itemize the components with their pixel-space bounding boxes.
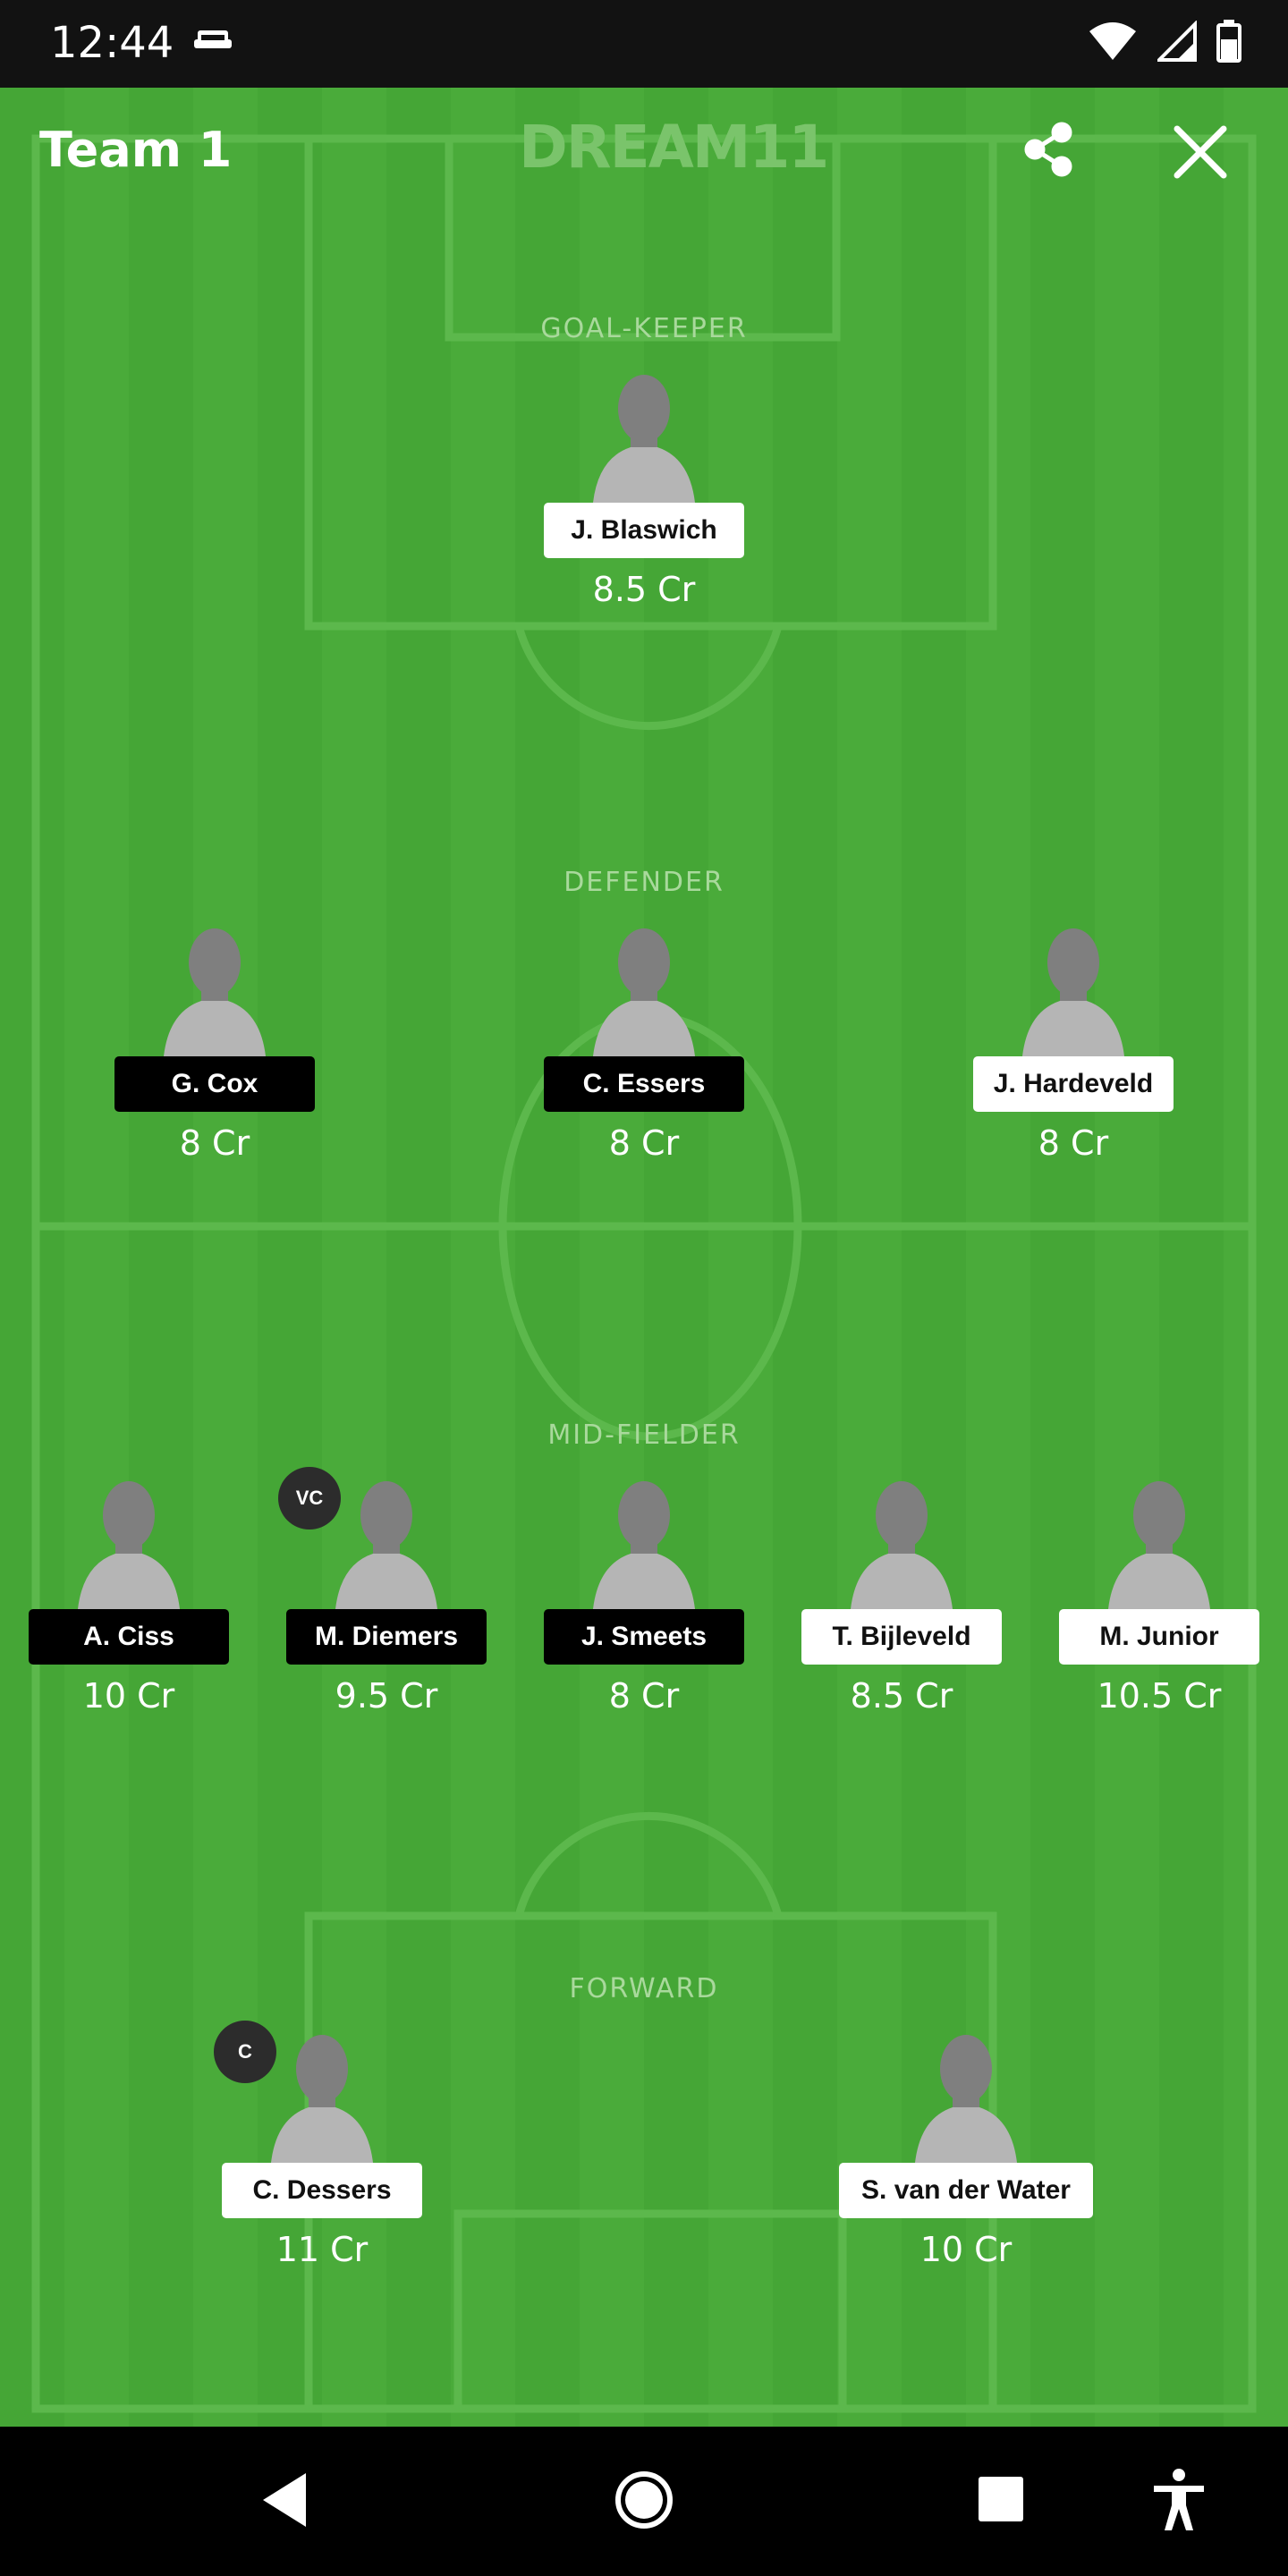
player-avatar-icon bbox=[164, 928, 266, 1056]
player-price: 10 Cr bbox=[919, 2230, 1013, 2269]
player-name: M. Diemers bbox=[286, 1609, 487, 1665]
player-card-midfielder[interactable]: T. Bijleveld 8.5 Cr bbox=[801, 1475, 1002, 1716]
player-name: M. Junior bbox=[1059, 1609, 1259, 1665]
player-name: J. Blaswich bbox=[544, 503, 744, 558]
signal-icon bbox=[1155, 20, 1197, 65]
home-button[interactable] bbox=[614, 2470, 674, 2534]
player-card-goalkeeper[interactable]: J. Blaswich 8.5 Cr bbox=[544, 369, 744, 609]
player-avatar-icon bbox=[593, 928, 695, 1056]
section-label-forward: FORWARD bbox=[569, 1973, 719, 2004]
home-circle-icon bbox=[615, 2471, 673, 2529]
player-price: 8 Cr bbox=[179, 1123, 250, 1163]
section-label-goalkeeper: GOAL-KEEPER bbox=[540, 313, 748, 344]
player-price: 9.5 Cr bbox=[335, 1676, 438, 1716]
status-bar: 12:44 bbox=[0, 0, 1288, 88]
brand-logo: DREAM11 bbox=[519, 113, 829, 182]
recents-button[interactable] bbox=[977, 2475, 1025, 2527]
accessibility-icon bbox=[1154, 2469, 1204, 2530]
share-button[interactable] bbox=[1022, 122, 1074, 181]
player-card-midfielder[interactable]: M. Junior 10.5 Cr bbox=[1059, 1475, 1259, 1716]
player-avatar-icon bbox=[1108, 1481, 1210, 1609]
player-avatar-icon bbox=[78, 1481, 180, 1609]
section-label-defender: DEFENDER bbox=[564, 867, 724, 898]
player-avatar-icon bbox=[335, 1481, 437, 1609]
player-avatar-icon bbox=[915, 2035, 1017, 2163]
player-avatar-icon bbox=[851, 1481, 953, 1609]
vice-captain-badge: VC bbox=[278, 1467, 341, 1530]
back-triangle-icon bbox=[263, 2473, 306, 2527]
player-price: 10.5 Cr bbox=[1097, 1676, 1222, 1716]
football-pitch: Team 1 DREAM11 GOAL-KEEPER DEFENDER MID-… bbox=[0, 88, 1288, 2427]
player-price: 10 Cr bbox=[82, 1676, 175, 1716]
player-price: 8 Cr bbox=[1038, 1123, 1109, 1163]
back-button[interactable] bbox=[259, 2471, 309, 2532]
player-card-defender[interactable]: G. Cox 8 Cr bbox=[114, 922, 315, 1163]
player-price: 11 Cr bbox=[275, 2230, 369, 2269]
player-name: G. Cox bbox=[114, 1056, 315, 1112]
player-price: 8.5 Cr bbox=[850, 1676, 953, 1716]
player-name: J. Smeets bbox=[544, 1609, 744, 1665]
player-name: C. Essers bbox=[544, 1056, 744, 1112]
wifi-icon bbox=[1088, 21, 1138, 65]
status-time: 12:44 bbox=[50, 18, 174, 68]
player-name: C. Dessers bbox=[222, 2163, 422, 2218]
player-price: 8 Cr bbox=[608, 1123, 680, 1163]
player-price: 8.5 Cr bbox=[592, 570, 696, 609]
player-name: S. van der Water bbox=[839, 2163, 1093, 2218]
system-icons bbox=[1088, 20, 1241, 66]
player-card-midfielder[interactable]: A. Ciss 10 Cr bbox=[29, 1475, 229, 1716]
player-avatar-icon bbox=[271, 2035, 373, 2163]
player-card-forward[interactable]: S. van der Water 10 Cr bbox=[839, 2029, 1093, 2269]
player-price: 8 Cr bbox=[608, 1676, 680, 1716]
player-name: A. Ciss bbox=[29, 1609, 229, 1665]
close-button[interactable] bbox=[1172, 123, 1229, 184]
player-avatar-icon bbox=[1022, 928, 1124, 1056]
close-icon bbox=[1174, 125, 1227, 179]
notification-icon bbox=[192, 27, 233, 57]
player-name: T. Bijleveld bbox=[801, 1609, 1002, 1665]
player-avatar-icon bbox=[593, 375, 695, 503]
team-title: Team 1 bbox=[39, 122, 233, 178]
battery-icon bbox=[1216, 20, 1241, 66]
navigation-bar bbox=[0, 2427, 1288, 2576]
player-name: J. Hardeveld bbox=[973, 1056, 1174, 1112]
share-icon bbox=[1024, 122, 1072, 177]
player-card-defender[interactable]: C. Essers 8 Cr bbox=[544, 922, 744, 1163]
recents-square-icon bbox=[979, 2477, 1023, 2521]
player-card-midfielder[interactable]: J. Smeets 8 Cr bbox=[544, 1475, 744, 1716]
captain-badge: C bbox=[214, 2021, 276, 2083]
player-card-defender[interactable]: J. Hardeveld 8 Cr bbox=[973, 922, 1174, 1163]
section-label-midfielder: MID-FIELDER bbox=[547, 1419, 741, 1451]
accessibility-button[interactable] bbox=[1152, 2468, 1206, 2536]
player-avatar-icon bbox=[593, 1481, 695, 1609]
